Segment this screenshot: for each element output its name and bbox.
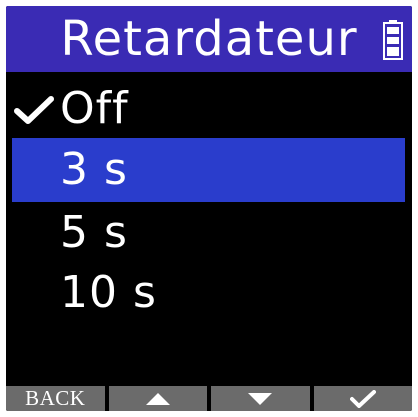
function-key-bar: BACK: [6, 386, 412, 411]
screen-title: Retardateur: [60, 11, 358, 67]
menu-item-label: Off: [60, 83, 129, 134]
title-bar: Retardateur: [6, 6, 412, 72]
check-icon: [349, 389, 376, 408]
menu-item-5s[interactable]: 5 s: [6, 204, 412, 262]
check-icon: [14, 96, 54, 124]
menu-item-10s[interactable]: 10 s: [6, 264, 412, 322]
menu-item-3s[interactable]: 3 s: [12, 138, 405, 202]
confirm-button[interactable]: [313, 386, 412, 411]
device-screen: Retardateur Off 3 s 5 s 10 s BACK: [6, 6, 412, 411]
triangle-up-icon: [145, 392, 170, 405]
menu-item-label: 3 s: [60, 144, 128, 195]
battery-full-icon: [383, 20, 403, 60]
back-button-label: BACK: [25, 386, 86, 410]
up-button[interactable]: [108, 386, 207, 411]
down-button[interactable]: [211, 386, 310, 411]
menu-item-off[interactable]: Off: [6, 80, 412, 138]
menu-item-label: 10 s: [60, 267, 157, 318]
triangle-down-icon: [248, 392, 273, 405]
menu-item-label: 5 s: [60, 207, 128, 258]
back-button[interactable]: BACK: [6, 386, 105, 411]
